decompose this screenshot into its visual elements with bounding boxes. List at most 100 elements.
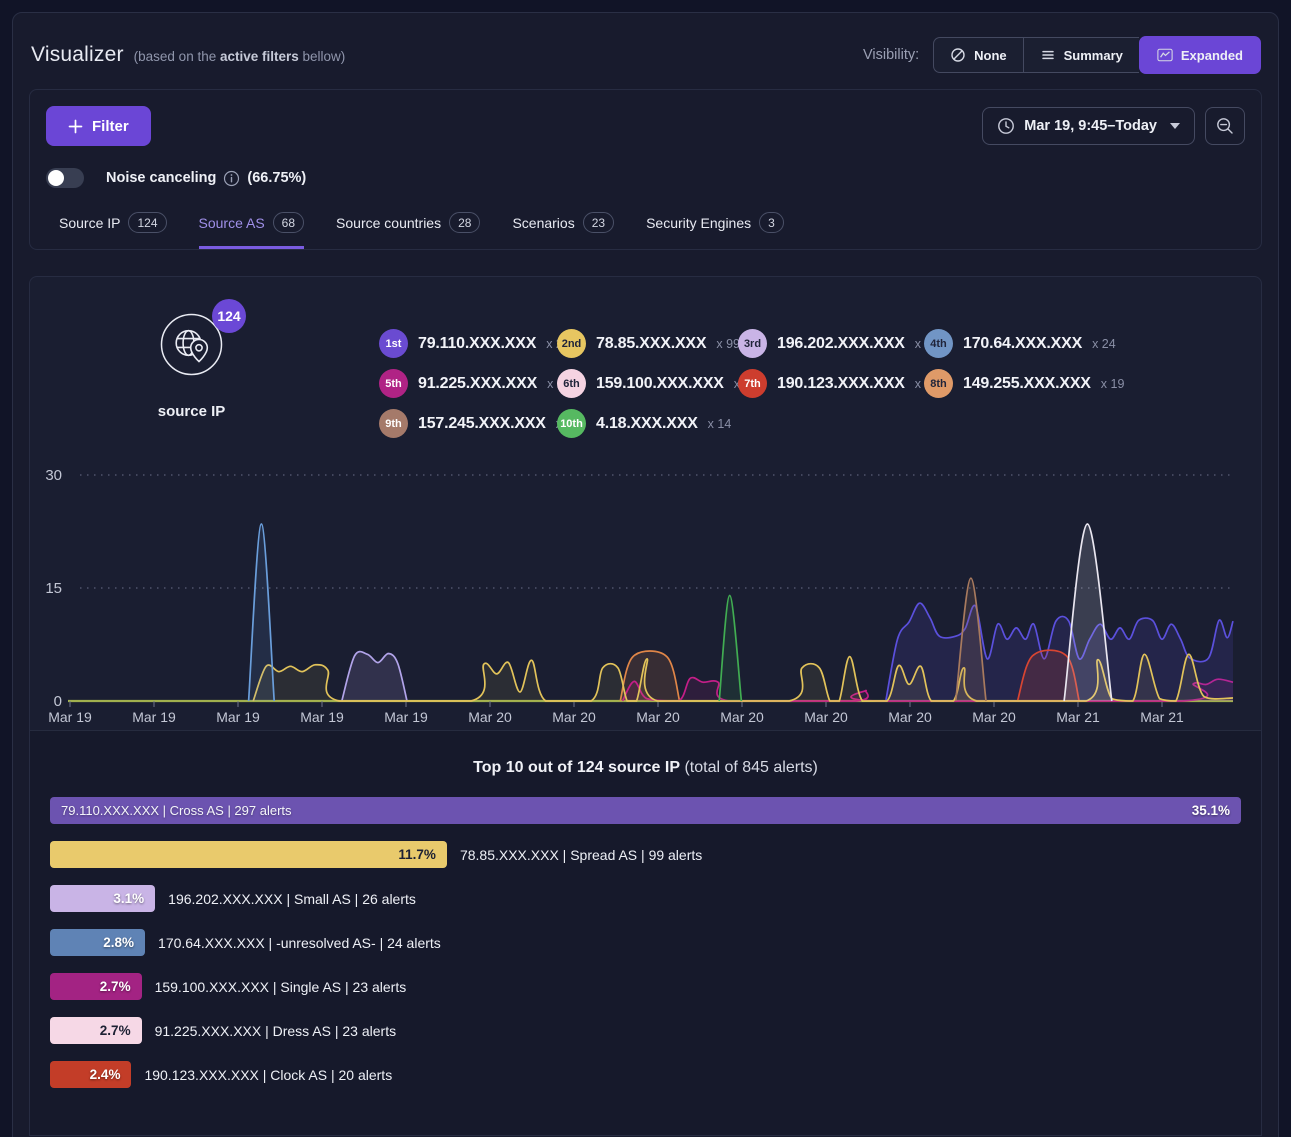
- bar-label: 170.64.XXX.XXX | -unresolved AS- | 24 al…: [158, 935, 441, 951]
- top-source-bar-row: 2.7% 159.100.XXX.XXX | Single AS | 23 ale…: [50, 973, 1241, 1000]
- top-source-bar-row: 2.4% 190.123.XXX.XXX | Clock AS | 20 aler…: [50, 1061, 1241, 1088]
- source-bar-170-64-xxx-xxx[interactable]: 2.8%: [50, 929, 145, 956]
- rank-badge: 7th: [738, 369, 767, 398]
- x-axis-tick: Mar 20: [468, 709, 512, 725]
- entity-count-badge: 124: [212, 299, 246, 333]
- visibility-button-group: None Summary Expanded: [933, 37, 1260, 73]
- bar-label: 196.202.XXX.XXX | Small AS | 26 alerts: [168, 891, 416, 907]
- source-bar-79-110-xxx-xxx[interactable]: 79.110.XXX.XXX | Cross AS | 297 alerts 35…: [50, 797, 1241, 824]
- legend-item: 3rd196.202.XXX.XXXx 26: [738, 329, 924, 358]
- source-bar-159-100-xxx-xxx[interactable]: 2.7%: [50, 973, 142, 1000]
- top-source-bar-row: 2.8% 170.64.XXX.XXX | -unresolved AS- | 2…: [50, 929, 1241, 956]
- add-filter-button[interactable]: Filter: [46, 106, 151, 146]
- rank-badge: 1st: [379, 329, 408, 358]
- x-axis-tick: Mar 21: [1140, 709, 1184, 725]
- summary-row: 124 source IP 1st79.110.XXX.XXXx 2972nd7…: [30, 277, 1261, 442]
- entity-tabs: Source IP124 Source AS68 Source countries 2…: [59, 212, 1245, 249]
- x-axis-tick: Mar 20: [888, 709, 932, 725]
- legend-ip: 149.255.XXX.XXX: [963, 375, 1091, 393]
- bar-label: 159.100.XXX.XXX | Single AS | 23 alerts: [155, 979, 407, 995]
- series-area-170-64-xxx-xxx: [249, 524, 275, 701]
- visibility-none-button[interactable]: None: [933, 37, 1023, 73]
- source-bar-91-225-xxx-xxx[interactable]: 2.7%: [50, 1017, 142, 1044]
- legend-ip: 91.225.XXX.XXX: [418, 375, 537, 393]
- rank-badge: 6th: [557, 369, 586, 398]
- bar-percentage: 3.1%: [113, 891, 155, 906]
- bar-percentage: 2.7%: [100, 979, 142, 994]
- legend-count: x 99: [716, 337, 740, 351]
- rank-badge: 10th: [557, 409, 586, 438]
- x-axis-tick: Mar 19: [216, 709, 260, 725]
- legend-item: 7th190.123.XXX.XXXx 20: [738, 369, 924, 398]
- tab-count-badge: 23: [583, 212, 614, 233]
- bar-label: 78.85.XXX.XXX | Spread AS | 99 alerts: [460, 847, 702, 863]
- noise-canceling-value: (66.75%): [247, 170, 306, 186]
- legend-ip: 190.123.XXX.XXX: [777, 375, 905, 393]
- legend-count: x 19: [1101, 377, 1125, 391]
- legend-count: x 24: [1092, 337, 1116, 351]
- x-axis-tick: Mar 19: [132, 709, 176, 725]
- visibility-option-label: Summary: [1064, 48, 1123, 63]
- legend-item: 8th 149.255.XXX.XXX x 19: [924, 369, 1124, 398]
- x-axis-tick: Mar 19: [300, 709, 344, 725]
- filter-card: Filter Mar 19, 9:45–Today No: [29, 89, 1262, 250]
- visibility-expanded-button[interactable]: Expanded: [1139, 36, 1261, 74]
- info-icon[interactable]: [223, 170, 240, 187]
- rank-badge: 8th: [924, 369, 953, 398]
- noise-canceling-label: Noise canceling: [106, 170, 216, 186]
- x-axis-tick: Mar 19: [48, 709, 92, 725]
- none-icon: [950, 47, 966, 63]
- alerts-timeline-chart: 30150Mar 19Mar 19Mar 19Mar 19Mar 19Mar 2…: [30, 442, 1261, 728]
- series-area-196-202-xxx-xxx: [342, 652, 407, 701]
- source-bar-78-85-xxx-xxx[interactable]: 11.7%: [50, 841, 447, 868]
- source-bar-196-202-xxx-xxx[interactable]: 3.1%: [50, 885, 155, 912]
- tab-source-as[interactable]: Source AS68: [199, 212, 305, 249]
- rank-badge: 2nd: [557, 329, 586, 358]
- date-range-picker[interactable]: Mar 19, 9:45–Today: [982, 107, 1195, 145]
- noise-canceling-toggle[interactable]: [46, 168, 84, 188]
- x-axis-tick: Mar 19: [384, 709, 428, 725]
- bar-percentage: 2.8%: [103, 935, 145, 950]
- x-axis-tick: Mar 20: [804, 709, 848, 725]
- top-sources-section: Top 10 out of 124 source IP (total of 84…: [30, 730, 1261, 1135]
- rank-badge: 3rd: [738, 329, 767, 358]
- bar-percentage: 35.1%: [1192, 803, 1241, 818]
- plus-icon: [68, 119, 83, 134]
- tab-label: Source countries: [336, 215, 441, 231]
- tab-count-badge: 28: [449, 212, 480, 233]
- legend-item: 4th170.64.XXX.XXXx 24: [924, 329, 1124, 358]
- x-axis-tick: Mar 20: [720, 709, 764, 725]
- visibility-summary-button[interactable]: Summary: [1023, 37, 1139, 73]
- bar-label: 190.123.XXX.XXX | Clock AS | 20 alerts: [144, 1067, 392, 1083]
- source-bar-190-123-xxx-xxx[interactable]: 2.4%: [50, 1061, 131, 1088]
- tab-label: Source AS: [199, 215, 265, 231]
- tab-source-countries[interactable]: Source countries 28: [336, 212, 480, 249]
- bar-percentage: 2.4%: [90, 1067, 132, 1082]
- globe-pin-icon: [160, 363, 223, 380]
- bar-label: 91.225.XXX.XXX | Dress AS | 23 alerts: [155, 1023, 397, 1039]
- rank-badge: 9th: [379, 409, 408, 438]
- bar-percentage: 2.7%: [100, 1023, 142, 1038]
- tab-label: Security Engines: [646, 215, 751, 231]
- x-axis-tick: Mar 20: [552, 709, 596, 725]
- top-sources-title: Top 10 out of 124 source IP (total of 84…: [50, 759, 1241, 777]
- zoom-out-icon: [1216, 117, 1234, 135]
- zoom-search-button[interactable]: [1205, 107, 1245, 145]
- tab-security-engines[interactable]: Security Engines3: [646, 212, 784, 249]
- tab-source-ip[interactable]: Source IP124: [59, 212, 167, 249]
- legend-ip: 196.202.XXX.XXX: [777, 335, 905, 353]
- rank-badge: 4th: [924, 329, 953, 358]
- legend-item: 5th91.225.XXX.XXXx 23: [379, 369, 557, 398]
- top-source-bar-row: 2.7% 91.225.XXX.XXX | Dress AS | 23 alert…: [50, 1017, 1241, 1044]
- visualization-card: 124 source IP 1st79.110.XXX.XXXx 2972nd7…: [29, 276, 1262, 1136]
- tab-label: Source IP: [59, 215, 120, 231]
- legend-ip: 4.18.XXX.XXX: [596, 415, 698, 433]
- summary-icon: [1040, 47, 1056, 63]
- toggle-knob: [48, 170, 64, 186]
- legend-ip: 159.100.XXX.XXX: [596, 375, 724, 393]
- legend-count: x 14: [708, 417, 732, 431]
- bar-label: 79.110.XXX.XXX | Cross AS | 297 alerts: [50, 803, 292, 818]
- tab-scenarios[interactable]: Scenarios23: [512, 212, 614, 249]
- legend-item: 6th159.100.XXX.XXXx 23: [557, 369, 738, 398]
- visibility-controls: Visibility: NoneSummaryExpanded: [863, 37, 1260, 73]
